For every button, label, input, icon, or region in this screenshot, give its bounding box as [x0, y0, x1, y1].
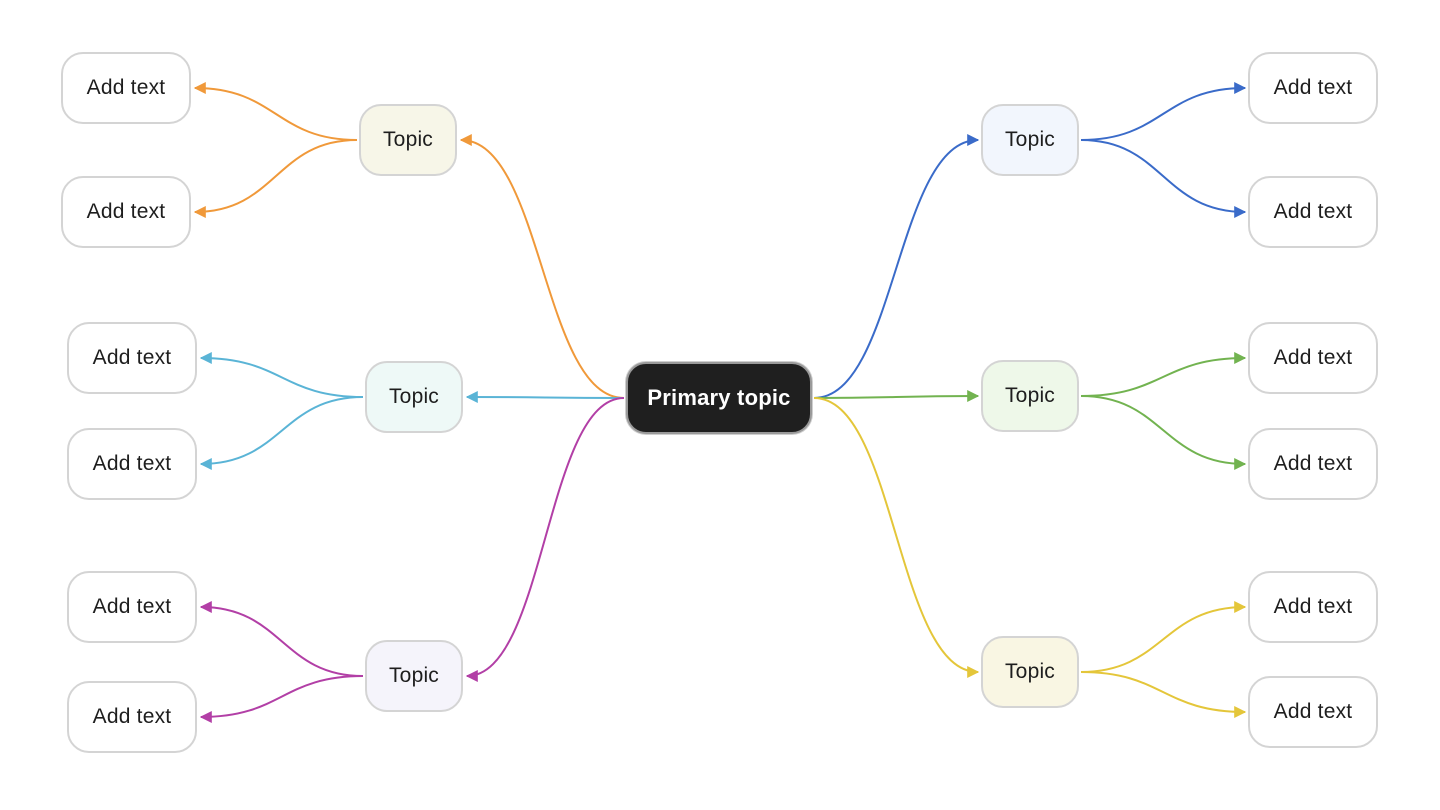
- topic-label: Topic: [388, 385, 440, 408]
- topic-label: Topic: [1004, 660, 1056, 683]
- topic-label: Topic: [1004, 384, 1056, 407]
- subtopic-label: Add text: [1273, 76, 1353, 99]
- topic-label: Topic: [388, 664, 440, 687]
- connector-root-to-topic: [813, 134, 980, 399]
- topic-label: Topic: [382, 128, 434, 151]
- subtopic-label: Add text: [92, 346, 172, 369]
- connector-topic-to-subtopic: [1080, 352, 1247, 397]
- subtopic-node[interactable]: Add text: [67, 681, 197, 753]
- subtopic-label: Add text: [1273, 700, 1353, 723]
- subtopic-label: Add text: [1273, 346, 1353, 369]
- topic-node-middle-left[interactable]: Topic: [365, 361, 463, 433]
- primary-topic-node[interactable]: Primary topic: [626, 362, 812, 434]
- primary-topic-label: Primary topic: [647, 385, 791, 410]
- subtopic-node[interactable]: Add text: [1248, 322, 1378, 394]
- connector-topic-to-subtopic: [193, 82, 358, 141]
- subtopic-label: Add text: [1273, 595, 1353, 618]
- subtopic-node[interactable]: Add text: [1248, 676, 1378, 748]
- topic-node-lower-left[interactable]: Topic: [365, 640, 463, 712]
- connector-topic-to-subtopic: [199, 396, 364, 470]
- subtopic-label: Add text: [92, 705, 172, 728]
- topic-node-middle-right[interactable]: Topic: [981, 360, 1079, 432]
- subtopic-node[interactable]: Add text: [1248, 571, 1378, 643]
- subtopic-node[interactable]: Add text: [61, 52, 191, 124]
- connector-topic-to-subtopic: [1080, 139, 1247, 218]
- connector-topic-to-subtopic: [1080, 671, 1247, 718]
- subtopic-node[interactable]: Add text: [67, 571, 197, 643]
- connector-root-to-topic: [813, 390, 980, 403]
- connector-root-to-topic: [459, 134, 625, 399]
- subtopic-label: Add text: [1273, 200, 1353, 223]
- connector-root-to-topic: [813, 397, 980, 678]
- connector-topic-to-subtopic: [1080, 601, 1247, 673]
- mindmap-canvas[interactable]: Primary topic Topic Add text Add text To…: [0, 0, 1440, 810]
- topic-node-lower-right[interactable]: Topic: [981, 636, 1079, 708]
- connector-topic-to-subtopic: [1080, 82, 1247, 141]
- connector-topic-to-subtopic: [199, 675, 364, 723]
- connector-topic-to-subtopic: [199, 601, 364, 677]
- subtopic-node[interactable]: Add text: [67, 428, 197, 500]
- subtopic-node[interactable]: Add text: [67, 322, 197, 394]
- topic-node-upper-right[interactable]: Topic: [981, 104, 1079, 176]
- subtopic-label: Add text: [92, 452, 172, 475]
- subtopic-label: Add text: [92, 595, 172, 618]
- subtopic-label: Add text: [86, 76, 166, 99]
- connector-topic-to-subtopic: [193, 139, 358, 218]
- subtopic-node[interactable]: Add text: [1248, 176, 1378, 248]
- topic-label: Topic: [1004, 128, 1056, 151]
- connector-topic-to-subtopic: [1080, 395, 1247, 470]
- subtopic-node[interactable]: Add text: [1248, 428, 1378, 500]
- connector-root-to-topic: [465, 391, 625, 404]
- topic-node-upper-left[interactable]: Topic: [359, 104, 457, 176]
- subtopic-label: Add text: [1273, 452, 1353, 475]
- subtopic-label: Add text: [86, 200, 166, 223]
- subtopic-node[interactable]: Add text: [61, 176, 191, 248]
- subtopic-node[interactable]: Add text: [1248, 52, 1378, 124]
- connector-root-to-topic: [465, 397, 625, 682]
- connector-topic-to-subtopic: [199, 352, 364, 398]
